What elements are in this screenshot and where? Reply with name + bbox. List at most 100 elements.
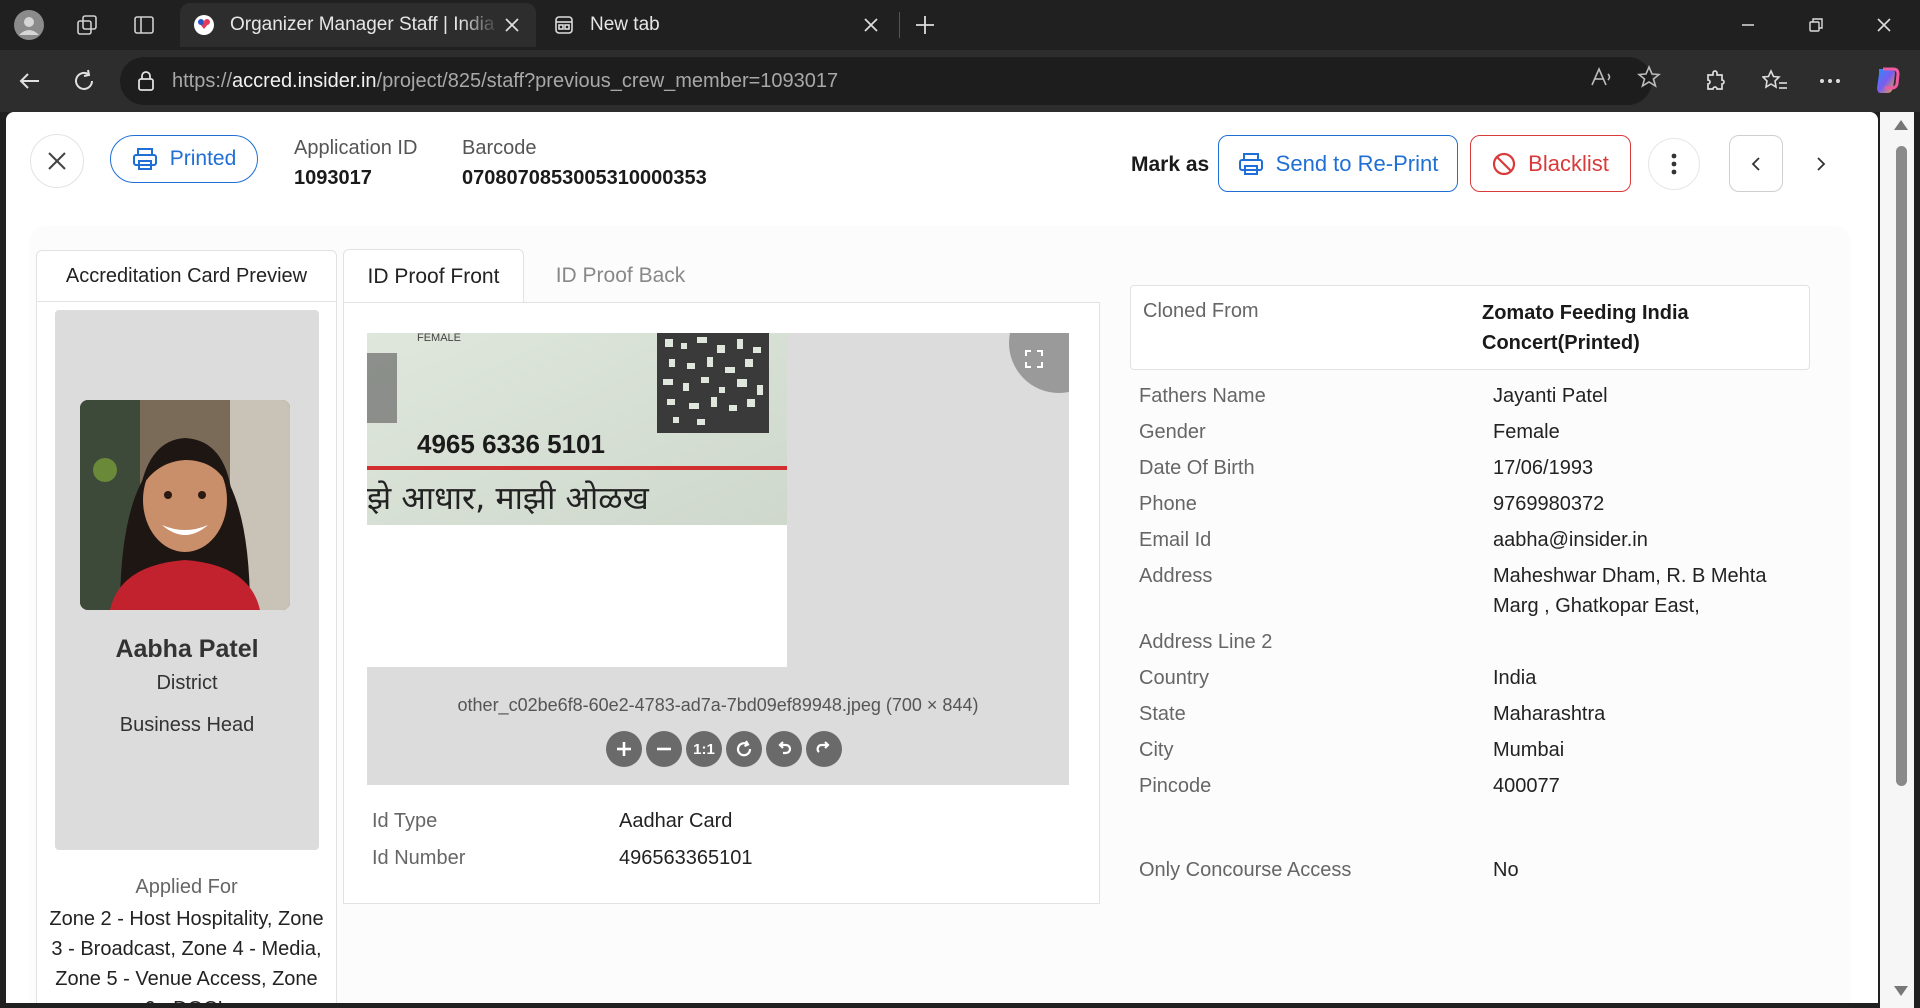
image-viewer[interactable]: FEMALE 4965 6336 5101 झे आधार, माझी ओळख … bbox=[367, 333, 1069, 785]
field-label-email: Email Id bbox=[1139, 529, 1212, 551]
reset-rotation-button[interactable] bbox=[726, 731, 762, 767]
address-bar[interactable]: https://accred.insider.in/project/825/st… bbox=[120, 57, 1652, 105]
cloned-from-value: Zomato Feeding India Concert(Printed) bbox=[1482, 302, 1689, 354]
zoom-in-button[interactable] bbox=[606, 731, 642, 767]
copilot-icon[interactable] bbox=[1868, 63, 1904, 99]
profile-avatar-icon[interactable] bbox=[12, 8, 46, 42]
next-record-button[interactable] bbox=[1794, 135, 1848, 192]
scrollbar-thumb[interactable] bbox=[1896, 146, 1907, 786]
field-value-state: Maharashtra bbox=[1493, 703, 1606, 725]
blacklist-label: Blacklist bbox=[1528, 150, 1609, 176]
printer-icon bbox=[1238, 152, 1263, 175]
restore-window-icon[interactable] bbox=[1784, 0, 1848, 50]
close-window-icon[interactable] bbox=[1852, 0, 1916, 50]
application-id-value: 1093017 bbox=[294, 167, 372, 189]
lock-icon[interactable] bbox=[134, 69, 158, 93]
attendee-category: District bbox=[156, 672, 218, 694]
url-text: https://accred.insider.in/project/825/st… bbox=[172, 69, 839, 92]
profile-photo bbox=[80, 400, 290, 610]
id-number-value: 496563365101 bbox=[619, 847, 753, 869]
more-menu-icon[interactable] bbox=[1812, 63, 1848, 99]
chevron-right-icon bbox=[1817, 156, 1826, 171]
favorites-list-icon[interactable] bbox=[1757, 63, 1793, 99]
id-type-label: Id Type bbox=[372, 810, 438, 832]
zoom-out-button[interactable] bbox=[646, 731, 682, 767]
scroll-up-arrow-icon[interactable] bbox=[1894, 120, 1908, 130]
minimize-window-icon[interactable] bbox=[1716, 0, 1780, 50]
printer-icon bbox=[132, 148, 157, 170]
reload-icon[interactable] bbox=[66, 63, 102, 99]
attendee-designation: Business Head bbox=[119, 714, 255, 736]
id-card-tagline: झे आधार, माझी ओळख bbox=[367, 479, 650, 517]
actual-size-button[interactable]: 1:1 bbox=[686, 731, 722, 767]
tab-title: Organizer Manager Staff | India vs bbox=[230, 14, 500, 35]
field-label-country: Country bbox=[1139, 667, 1210, 689]
insider-favicon-icon bbox=[192, 13, 216, 37]
blacklist-button[interactable]: Blacklist bbox=[1470, 135, 1631, 192]
chevron-left-icon bbox=[1751, 156, 1760, 171]
field-value-pincode: 400077 bbox=[1493, 775, 1560, 797]
vertical-tabs-icon[interactable] bbox=[127, 8, 161, 42]
field-value-address: Maheshwar Dham, R. B Mehta Marg , Ghatko… bbox=[1493, 565, 1767, 617]
application-id-label: Application ID bbox=[294, 137, 418, 159]
id-card-number: 4965 6336 5101 bbox=[417, 429, 605, 459]
barcode-label: Barcode bbox=[462, 137, 537, 159]
id-number-label: Id Number bbox=[372, 847, 466, 869]
read-aloud-icon[interactable] bbox=[1587, 62, 1617, 92]
field-label-city: City bbox=[1139, 739, 1174, 761]
scroll-down-arrow-icon[interactable] bbox=[1894, 986, 1908, 996]
image-file-caption: other_c02be6f8-60e2-4783-ad7a-7bd09ef899… bbox=[457, 695, 979, 715]
field-value-date-of-birth: 17/06/1993 bbox=[1493, 457, 1594, 479]
page-scrollbar[interactable] bbox=[1880, 112, 1914, 1008]
close-tab-icon[interactable] bbox=[500, 13, 524, 37]
tab-organizer-manager[interactable]: Organizer Manager Staff | India vs bbox=[180, 3, 536, 47]
rotate-right-button[interactable] bbox=[806, 731, 842, 767]
cloned-from-box: Cloned From Zomato Feeding India Concert… bbox=[1130, 285, 1810, 370]
tab-new-tab[interactable]: New tab bbox=[540, 3, 895, 47]
back-arrow-icon[interactable] bbox=[12, 63, 48, 99]
workspaces-icon[interactable] bbox=[70, 8, 104, 42]
field-label-fathers-name: Fathers Name bbox=[1139, 385, 1266, 407]
field-label-address: Address bbox=[1139, 565, 1213, 587]
field-value-country: India bbox=[1493, 667, 1537, 689]
block-icon bbox=[1493, 152, 1516, 175]
barcode-value: 0708070853005310000353 bbox=[462, 167, 707, 189]
tab-separator bbox=[899, 12, 900, 38]
previous-record-button[interactable] bbox=[1729, 135, 1783, 192]
printed-label: Printed bbox=[169, 147, 237, 170]
applied-for-value: Zone 2 - Host Hospitality, Zone 3 - Broa… bbox=[49, 908, 324, 1003]
field-label-state: State bbox=[1139, 703, 1186, 725]
field-label-phone: Phone bbox=[1139, 493, 1197, 515]
new-tab-button[interactable] bbox=[908, 8, 942, 42]
refresh-icon bbox=[736, 740, 752, 757]
fullscreen-icon[interactable] bbox=[1020, 345, 1048, 373]
close-button[interactable] bbox=[30, 134, 84, 188]
browser-toolbar: https://accred.insider.in/project/825/st… bbox=[0, 50, 1920, 112]
field-value-only-concourse-access: No bbox=[1493, 859, 1519, 881]
more-options-button[interactable] bbox=[1648, 138, 1700, 190]
minus-icon bbox=[657, 747, 671, 751]
extensions-icon[interactable] bbox=[1698, 63, 1734, 99]
field-value-fathers-name: Jayanti Patel bbox=[1493, 385, 1608, 407]
field-label-pincode: Pincode bbox=[1139, 775, 1212, 797]
applied-for-label: Applied For bbox=[135, 876, 238, 898]
send-to-reprint-button[interactable]: Send to Re-Print bbox=[1218, 135, 1458, 192]
field-label-address-line-2: Address Line 2 bbox=[1139, 631, 1273, 653]
field-value-city: Mumbai bbox=[1493, 739, 1565, 761]
field-label-gender: Gender bbox=[1139, 421, 1206, 443]
close-tab-icon[interactable] bbox=[859, 13, 883, 37]
plus-icon bbox=[617, 742, 631, 756]
printed-status-button[interactable]: Printed bbox=[110, 135, 258, 183]
favorite-star-icon[interactable] bbox=[1634, 62, 1664, 92]
rotate-left-button[interactable] bbox=[766, 731, 802, 767]
reprint-label: Send to Re-Print bbox=[1275, 150, 1439, 176]
tab-accreditation-card-preview[interactable]: Accreditation Card Preview bbox=[36, 250, 337, 302]
field-label-only-concourse-access: Only Concourse Access bbox=[1139, 859, 1352, 881]
accreditation-card: Aabha Patel District Business Head bbox=[55, 310, 319, 850]
tab-id-proof-back[interactable]: ID Proof Back bbox=[533, 249, 708, 303]
attendee-name: Aabha Patel bbox=[115, 635, 259, 663]
new-tab-favicon-icon bbox=[552, 13, 576, 37]
tab-id-proof-front[interactable]: ID Proof Front bbox=[343, 249, 524, 303]
id-type-value: Aadhar Card bbox=[619, 810, 733, 832]
browser-tab-bar: Organizer Manager Staff | India vs New t… bbox=[0, 0, 1920, 50]
